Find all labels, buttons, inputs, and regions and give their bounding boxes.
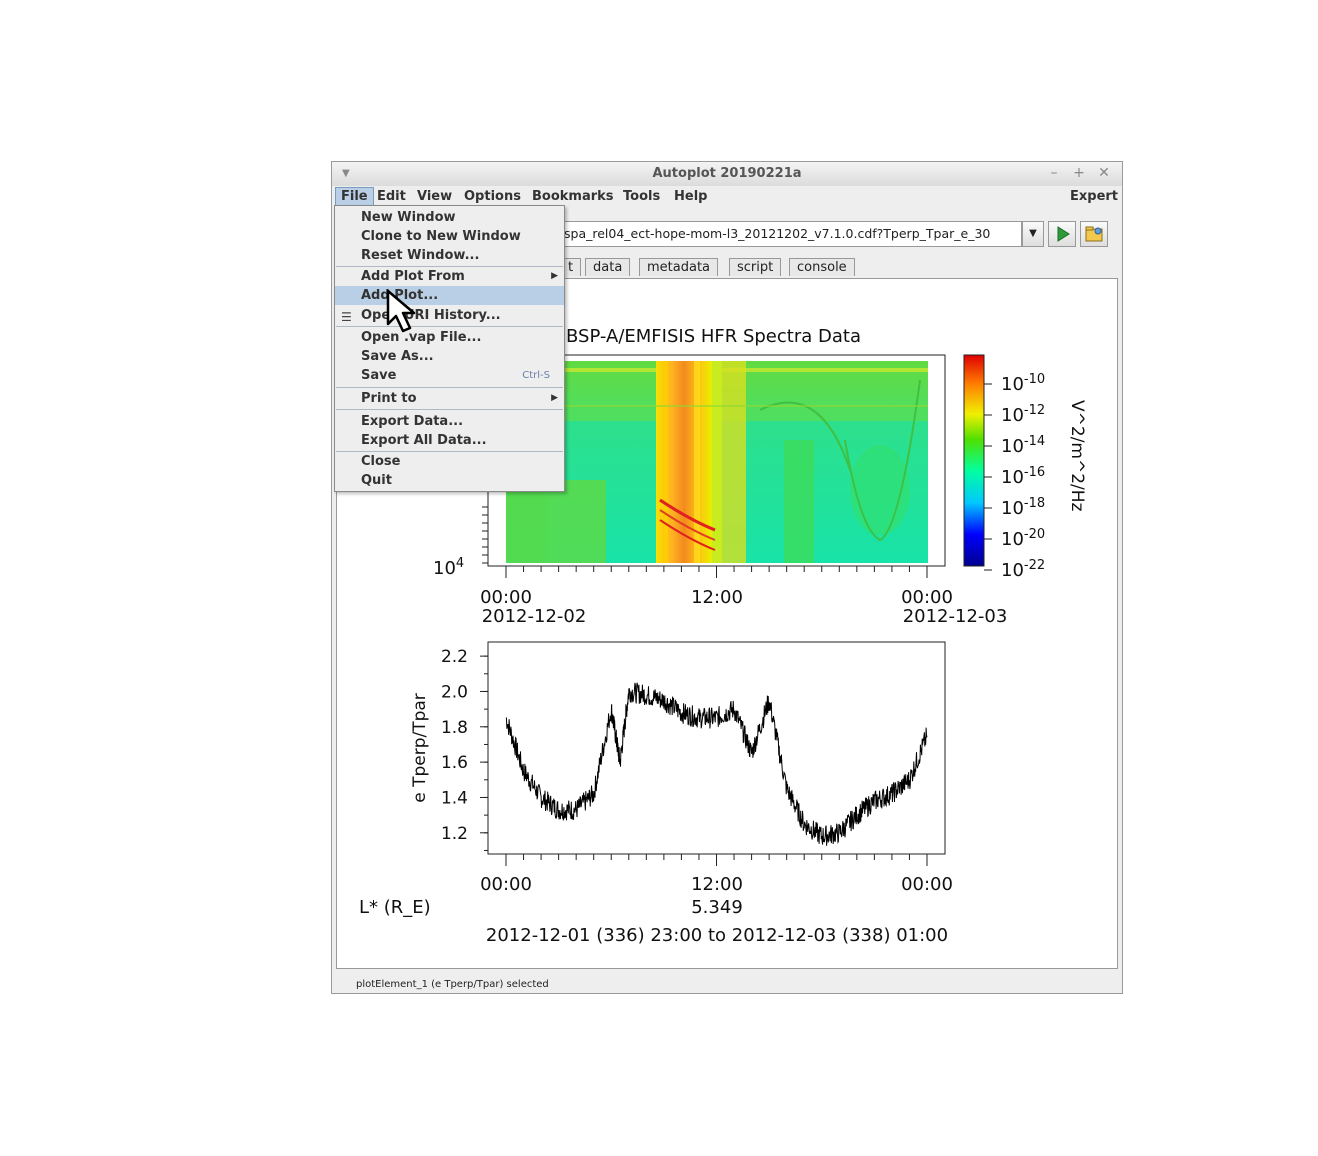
- tab-console[interactable]: console: [789, 258, 855, 276]
- menu-tools[interactable]: Tools: [618, 187, 665, 206]
- menu-separator: [336, 326, 563, 327]
- menu-item-label: Save: [361, 368, 397, 383]
- menu-item-print-to[interactable]: Print to ▶: [335, 389, 564, 408]
- menu-item-clone-window[interactable]: Clone to New Window: [335, 227, 564, 246]
- menu-separator: [336, 387, 563, 388]
- tab-script[interactable]: script: [729, 258, 782, 276]
- menu-item-label: Open URI History...: [361, 308, 501, 323]
- menu-item-save[interactable]: Save Ctrl-S: [335, 366, 564, 385]
- open-file-button[interactable]: [1080, 221, 1108, 247]
- tab-metadata[interactable]: metadata: [639, 258, 719, 276]
- menu-edit[interactable]: Edit: [372, 187, 411, 206]
- menu-help[interactable]: Help: [669, 187, 712, 206]
- play-icon: [1057, 226, 1070, 242]
- menu-item-open-uri-history[interactable]: ☰ Open URI History...: [335, 306, 564, 325]
- menu-item-close[interactable]: Close: [335, 452, 564, 471]
- uri-dropdown-button[interactable]: ▼: [1022, 221, 1044, 247]
- menu-item-export-data[interactable]: Export Data...: [335, 412, 564, 431]
- menu-item-add-plot-from[interactable]: Add Plot From ▶: [335, 267, 564, 286]
- tab-data[interactable]: data: [585, 258, 631, 276]
- menu-file[interactable]: File: [335, 187, 374, 206]
- submenu-arrow-icon: ▶: [551, 271, 558, 281]
- menu-item-export-all-data[interactable]: Export All Data...: [335, 431, 564, 450]
- history-list-icon: ☰: [341, 310, 352, 324]
- menu-item-new-window[interactable]: New Window: [335, 208, 564, 227]
- shortcut-label: Ctrl-S: [522, 370, 550, 381]
- submenu-arrow-icon: ▶: [551, 393, 558, 403]
- menu-bar: File Edit View Options Bookmarks Tools H…: [332, 186, 1122, 207]
- mouse-cursor-icon: [386, 289, 416, 333]
- expert-toggle[interactable]: Expert: [1065, 187, 1123, 206]
- close-icon[interactable]: ✕: [1096, 165, 1112, 181]
- maximize-icon[interactable]: +: [1071, 165, 1087, 181]
- menu-item-label: Add Plot From: [361, 269, 465, 284]
- menu-item-quit[interactable]: Quit: [335, 471, 564, 490]
- menu-bookmarks[interactable]: Bookmarks: [527, 187, 619, 206]
- menu-item-reset-window[interactable]: Reset Window...: [335, 246, 564, 265]
- menu-separator: [336, 409, 563, 410]
- go-button[interactable]: [1048, 221, 1076, 247]
- folder-icon: [1085, 226, 1103, 242]
- menu-item-label: Print to: [361, 391, 417, 406]
- menu-options[interactable]: Options: [459, 187, 526, 206]
- menu-item-open-vap[interactable]: Open .vap File...: [335, 328, 564, 347]
- minimize-icon[interactable]: –: [1046, 165, 1062, 181]
- menu-item-add-plot[interactable]: Add Plot...: [335, 286, 564, 305]
- status-bar: plotElement_1 (e Tperp/Tpar) selected: [356, 979, 549, 990]
- chevron-down-icon: ▼: [1029, 228, 1037, 239]
- menu-view[interactable]: View: [412, 187, 457, 206]
- uri-input[interactable]: spa_rel04_ect-hope-mom-l3_20121202_v7.1.…: [560, 221, 1022, 247]
- file-menu-dropdown: New Window Clone to New Window Reset Win…: [334, 205, 565, 492]
- window-title: Autoplot 20190221a: [652, 166, 802, 181]
- menu-item-save-as[interactable]: Save As...: [335, 347, 564, 366]
- title-bar[interactable]: ▼ Autoplot 20190221a – + ✕: [332, 162, 1122, 187]
